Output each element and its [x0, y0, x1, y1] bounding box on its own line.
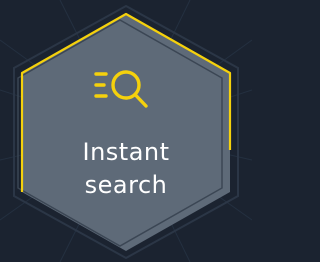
search-filter-icon: [94, 70, 148, 108]
hexagon-fill: [22, 14, 230, 251]
feature-label: Instant search: [26, 136, 226, 202]
hexagon-tile-graphic: [0, 0, 252, 262]
feature-label-line-2: search: [84, 171, 168, 199]
feature-label-line-1: Instant: [82, 138, 170, 166]
feature-tile: Instant search: [0, 0, 252, 262]
